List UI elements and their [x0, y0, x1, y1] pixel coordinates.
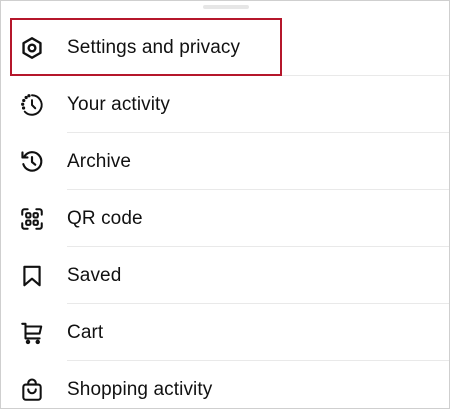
qr-code-icon	[15, 202, 49, 236]
menu-item-shopping-activity[interactable]: Shopping activity	[1, 361, 449, 408]
cart-icon	[15, 316, 49, 350]
menu-item-label: Cart	[67, 321, 104, 343]
shopping-bag-icon	[15, 373, 49, 407]
bookmark-icon	[15, 259, 49, 293]
menu-list: Settings and privacy Your activity Archi…	[1, 19, 449, 408]
menu-item-label: Shopping activity	[67, 378, 213, 400]
menu-item-label: Settings and privacy	[67, 36, 241, 58]
menu-sheet: Settings and privacy Your activity Archi…	[0, 0, 450, 409]
menu-item-your-activity[interactable]: Your activity	[1, 76, 449, 133]
archive-icon	[15, 145, 49, 179]
menu-item-archive[interactable]: Archive	[1, 133, 449, 190]
sheet-grabber[interactable]	[203, 5, 249, 9]
menu-item-saved[interactable]: Saved	[1, 247, 449, 304]
menu-item-cart[interactable]: Cart	[1, 304, 449, 361]
menu-item-settings-and-privacy[interactable]: Settings and privacy	[1, 19, 449, 76]
activity-clock-icon	[15, 88, 49, 122]
menu-item-label: Your activity	[67, 93, 171, 115]
menu-item-label: Saved	[67, 264, 122, 286]
menu-item-label: Archive	[67, 150, 132, 172]
settings-gear-icon	[15, 31, 49, 65]
menu-item-label: QR code	[67, 207, 143, 229]
menu-item-qr-code[interactable]: QR code	[1, 190, 449, 247]
